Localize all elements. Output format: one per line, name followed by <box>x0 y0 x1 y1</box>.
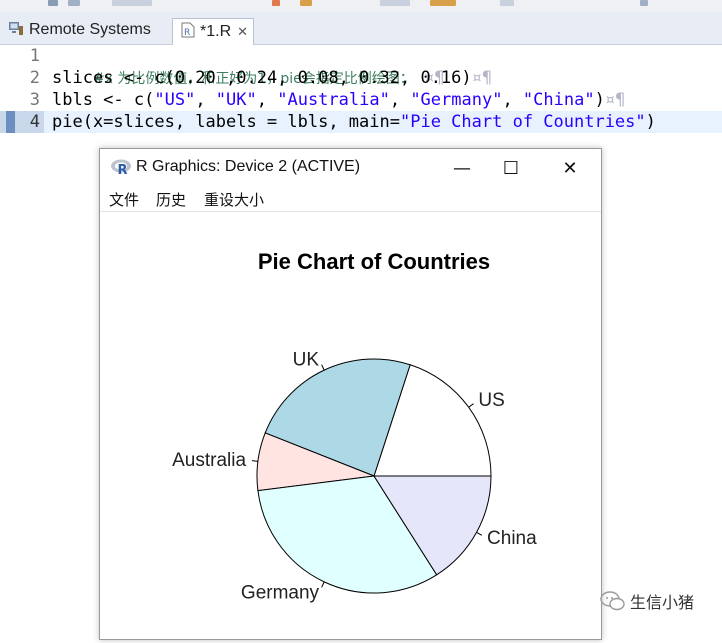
line-number: 1 <box>29 46 40 66</box>
watermark: 生信小猪 <box>600 588 694 614</box>
toolbar-icon[interactable] <box>300 0 312 6</box>
pie-label-us: US <box>478 390 504 411</box>
tab-remote-systems-label: Remote Systems <box>29 21 151 38</box>
toolbar-icon[interactable] <box>640 0 648 6</box>
code-token: , <box>195 90 216 110</box>
code-numbers: 0.20 ,0.24, 0.08, 0.32, 0.16 <box>174 68 462 88</box>
toolbar-icon[interactable] <box>500 0 514 6</box>
svg-text:R: R <box>184 28 190 38</box>
pie-label-tick <box>468 403 474 408</box>
pie-chart: Pie Chart of Countries US UK Australia Germ… <box>172 249 537 604</box>
pie-label-china: China <box>487 528 537 549</box>
r-file-icon: R <box>181 22 195 43</box>
string-literal: "China" <box>522 90 595 110</box>
toolbar-icon[interactable] <box>430 0 456 6</box>
string-literal: "Germany" <box>410 90 503 110</box>
toolbar-icon[interactable] <box>48 0 58 6</box>
wechat-icon <box>600 591 625 611</box>
watermark-text: 生信小猪 <box>630 593 695 612</box>
line-end-marker: ¤¶ <box>604 90 626 110</box>
code-token: ) <box>461 68 472 88</box>
code-line-4[interactable]: pie(x=slices, labels = lbls, main="Pie C… <box>52 111 656 133</box>
svg-text:R: R <box>118 163 128 176</box>
code-token: , <box>256 90 278 110</box>
line-end-marker: ¤¶ <box>471 68 493 88</box>
plot-area: Pie Chart of Countries US UK Australia Germ… <box>100 212 601 639</box>
toolbar-icon[interactable] <box>112 0 152 6</box>
pie-label-tick <box>476 531 483 536</box>
code-line-3[interactable]: lbls <- c("US", "UK", "Australia", "Germ… <box>52 89 625 111</box>
code-token: , <box>502 90 523 110</box>
close-icon[interactable]: ✕ <box>237 24 248 40</box>
toolbar-icon[interactable] <box>380 0 410 6</box>
tab-r-script-label: *1.R <box>200 23 232 40</box>
menu-item-resize[interactable]: 重设大小 <box>204 189 264 210</box>
code-line-2[interactable]: slices <- c(0.20 ,0.24, 0.08, 0.32, 0.16… <box>52 67 492 89</box>
pie-label-uk: UK <box>293 349 320 370</box>
toolbar-icon[interactable] <box>68 0 80 6</box>
tab-remote-systems[interactable]: Remote Systems <box>8 16 151 44</box>
code-token: , <box>389 90 411 110</box>
code-line-1[interactable]: #x 为比例数值，和正好为1，pie会指定比例绘图： ¤¶ <box>52 45 444 88</box>
code-token: ) <box>594 90 605 110</box>
menu-item-history[interactable]: 历史 <box>156 189 186 210</box>
remote-systems-icon <box>8 20 24 41</box>
code-token: pie(x=slices, labels = lbls, main= <box>52 112 400 132</box>
r-graphics-window[interactable]: R R Graphics: Device 2 (ACTIVE) — ☐ ✕ 文件… <box>99 148 602 640</box>
pie-label-germany: Germany <box>241 583 320 604</box>
line-number-current: 4 <box>0 111 44 133</box>
string-literal: "US" <box>154 90 196 110</box>
pie-label-tick <box>321 364 325 371</box>
line-number: 3 <box>29 90 40 110</box>
code-token: slices <- c( <box>52 68 175 88</box>
editor-tab-bar: Remote Systems R *1.R ✕ <box>0 12 722 45</box>
toolbar-icon[interactable] <box>272 0 280 6</box>
menu-item-file[interactable]: 文件 <box>109 189 139 210</box>
close-button[interactable]: ✕ <box>550 155 590 181</box>
string-literal: "Pie Chart of Countries" <box>400 112 646 132</box>
chart-title: Pie Chart of Countries <box>258 249 490 274</box>
pie-label-tick <box>321 581 325 588</box>
window-titlebar[interactable]: R R Graphics: Device 2 (ACTIVE) — ☐ ✕ <box>100 149 601 187</box>
window-menubar: 文件 历史 重设大小 <box>100 187 601 212</box>
pie-label-tick <box>251 460 258 462</box>
r-logo-icon: R <box>111 159 131 176</box>
string-literal: "Australia" <box>277 90 390 110</box>
maximize-button[interactable]: ☐ <box>491 155 531 181</box>
code-editor[interactable]: 1 2 3 4 #x 为比例数值，和正好为1，pie会指定比例绘图： ¤¶ sl… <box>0 45 722 145</box>
window-title: R Graphics: Device 2 (ACTIVE) <box>136 158 361 175</box>
minimize-button[interactable]: — <box>442 155 482 181</box>
tab-r-script[interactable]: R *1.R ✕ <box>172 18 254 45</box>
code-token: ) <box>645 112 656 132</box>
line-number: 2 <box>29 68 40 88</box>
code-token: lbls <- c( <box>52 90 155 110</box>
pie-label-australia: Australia <box>172 450 246 471</box>
string-literal: "UK" <box>215 90 257 110</box>
